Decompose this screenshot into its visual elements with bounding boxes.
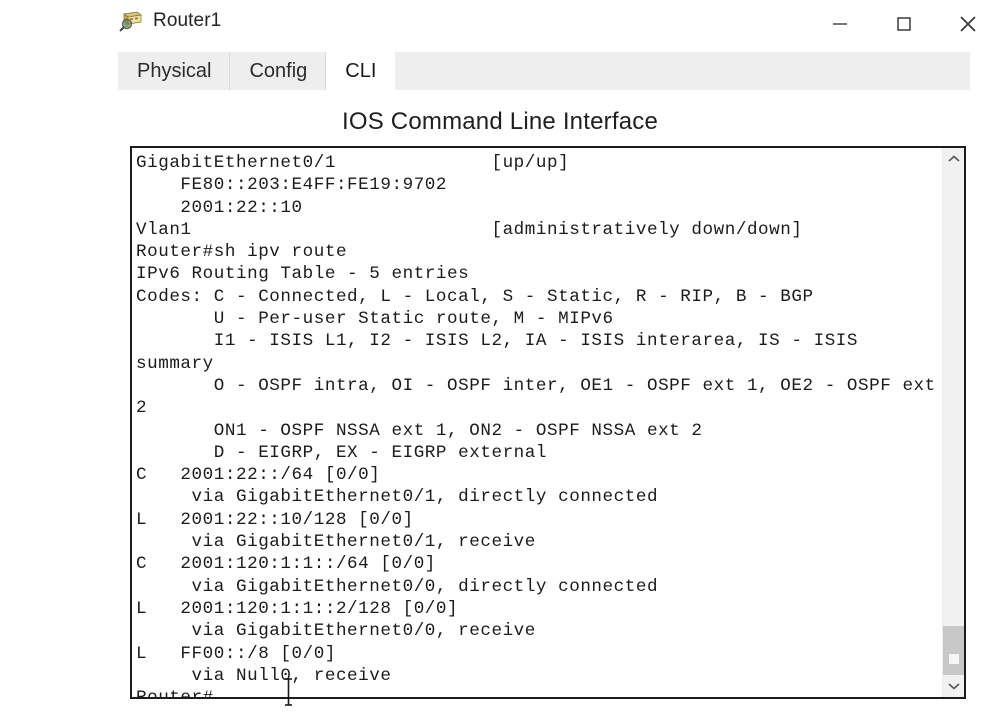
minimize-icon: [833, 23, 847, 25]
tab-config[interactable]: Config: [230, 52, 326, 90]
window-title: Router1: [153, 10, 222, 31]
tab-cli[interactable]: CLI: [326, 52, 396, 90]
tab-list: Physical Config CLI: [118, 52, 396, 90]
maximize-button[interactable]: [872, 0, 936, 48]
text-ibeam-cursor: [283, 676, 294, 708]
tab-config-label: Config: [249, 59, 308, 82]
scroll-up-button[interactable]: [943, 148, 964, 170]
chevron-down-icon: [947, 683, 960, 690]
tab-strip: Physical Config CLI: [118, 52, 970, 90]
cli-terminal[interactable]: GigabitEthernet0/1 [up/up] FE80::203:E4F…: [130, 146, 966, 699]
close-icon: [960, 16, 976, 32]
scroll-track[interactable]: [943, 170, 964, 692]
terminal-output[interactable]: GigabitEthernet0/1 [up/up] FE80::203:E4F…: [132, 148, 942, 697]
window-title-group: Router1: [118, 9, 221, 33]
close-button[interactable]: [936, 0, 1000, 48]
minimize-button[interactable]: [808, 0, 872, 48]
terminal-scrollbar[interactable]: [942, 148, 964, 697]
router-device-icon: [118, 9, 144, 33]
maximize-icon: [897, 17, 911, 31]
tab-physical-label: Physical: [137, 59, 212, 82]
page-title: IOS Command Line Interface: [341, 108, 659, 135]
tab-cli-label: CLI: [345, 59, 377, 82]
scroll-thumb-grip: [948, 654, 959, 664]
window-title-bar: Router1: [0, 0, 1000, 48]
tab-physical[interactable]: Physical: [118, 52, 230, 90]
chevron-up-icon: [947, 155, 960, 162]
window-controls: [808, 0, 1000, 48]
scroll-down-button[interactable]: [943, 675, 964, 697]
